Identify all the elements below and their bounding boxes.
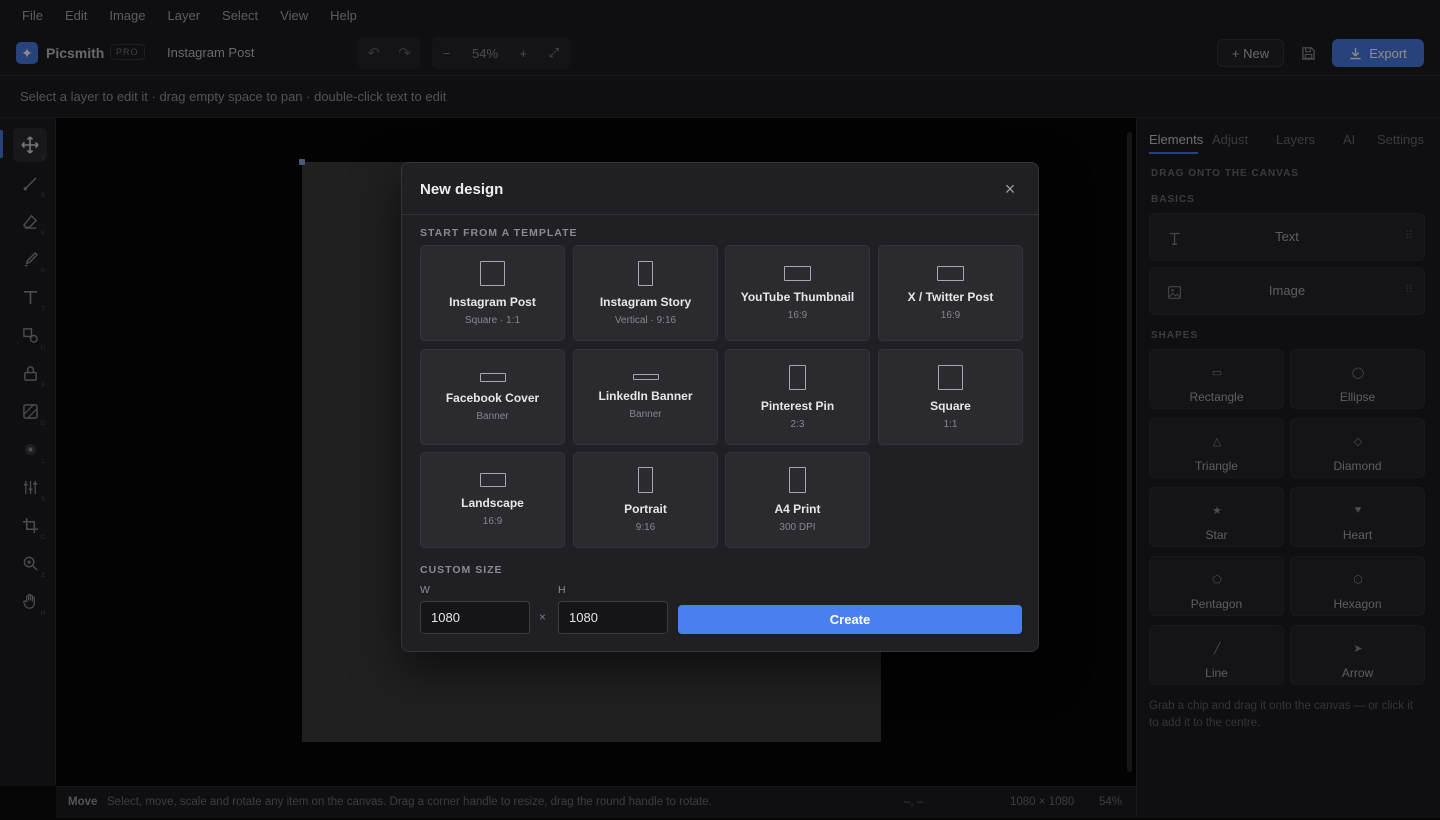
- template-linkedin-banner[interactable]: LinkedIn Banner Banner: [573, 349, 718, 445]
- width-label: W: [420, 584, 430, 596]
- template-meta: 2:3: [790, 418, 805, 430]
- template-meta: Banner: [629, 409, 662, 420]
- aspect-ratio-icon: [479, 372, 506, 382]
- template-meta: 16:9: [787, 309, 808, 321]
- template-name: LinkedIn Banner: [598, 389, 693, 403]
- template-a4-print[interactable]: A4 Print 300 DPI: [725, 452, 870, 548]
- template-name: Square: [930, 398, 971, 413]
- template-youtube-thumbnail[interactable]: YouTube Thumbnail 16:9: [725, 245, 870, 341]
- template-meta: Square · 1:1: [464, 314, 521, 326]
- template-name: Portrait: [624, 502, 667, 516]
- custom-size-heading: CUSTOM SIZE: [420, 564, 503, 576]
- template-name: Facebook Cover: [445, 390, 540, 405]
- template-name: X / Twitter Post: [907, 289, 994, 304]
- close-icon[interactable]: ×: [1000, 179, 1020, 199]
- dialog-header: New design ×: [402, 163, 1038, 215]
- times-symbol: ×: [539, 610, 547, 624]
- aspect-ratio-icon: [638, 467, 653, 493]
- template-portrait[interactable]: Portrait 9:16: [573, 452, 718, 548]
- template-x-twitter-post[interactable]: X / Twitter Post 16:9: [878, 245, 1023, 341]
- dialog-title: New design: [420, 181, 504, 198]
- aspect-ratio-icon: [789, 364, 806, 390]
- template-meta: 16:9: [482, 516, 503, 527]
- template-instagram-post[interactable]: Instagram Post Square · 1:1: [420, 245, 565, 341]
- width-input[interactable]: [420, 601, 530, 634]
- template-meta: 1:1: [943, 418, 958, 430]
- height-label: H: [558, 584, 566, 596]
- aspect-ratio-icon: [638, 260, 653, 286]
- aspect-ratio-icon: [937, 265, 964, 281]
- template-facebook-cover[interactable]: Facebook Cover Banner: [420, 349, 565, 445]
- template-meta: Banner: [476, 410, 509, 422]
- aspect-ratio-icon: [938, 364, 963, 390]
- template-meta: 9:16: [635, 522, 656, 533]
- create-button[interactable]: Create: [678, 605, 1022, 634]
- template-name: Instagram Story: [599, 294, 692, 309]
- template-meta: 300 DPI: [779, 522, 816, 533]
- template-name: Landscape: [461, 496, 524, 510]
- template-square[interactable]: Square 1:1: [878, 349, 1023, 445]
- template-pinterest-pin[interactable]: Pinterest Pin 2:3: [725, 349, 870, 445]
- aspect-ratio-icon: [784, 265, 811, 281]
- template-meta: 16:9: [940, 309, 961, 321]
- template-name: YouTube Thumbnail: [740, 289, 855, 304]
- new-design-dialog: New design × START FROM A TEMPLATE Insta…: [401, 162, 1039, 652]
- template-instagram-story[interactable]: Instagram Story Vertical · 9:16: [573, 245, 718, 341]
- template-landscape[interactable]: Landscape 16:9: [420, 452, 565, 548]
- aspect-ratio-icon: [479, 473, 506, 487]
- template-name: Pinterest Pin: [760, 398, 835, 413]
- aspect-ratio-icon: [632, 374, 659, 380]
- aspect-ratio-icon: [789, 467, 806, 493]
- template-name: A4 Print: [774, 502, 821, 516]
- template-name: Instagram Post: [449, 294, 536, 309]
- templates-heading: START FROM A TEMPLATE: [420, 227, 578, 239]
- aspect-ratio-icon: [480, 260, 505, 286]
- template-meta: Vertical · 9:16: [614, 314, 677, 326]
- height-input[interactable]: [558, 601, 668, 634]
